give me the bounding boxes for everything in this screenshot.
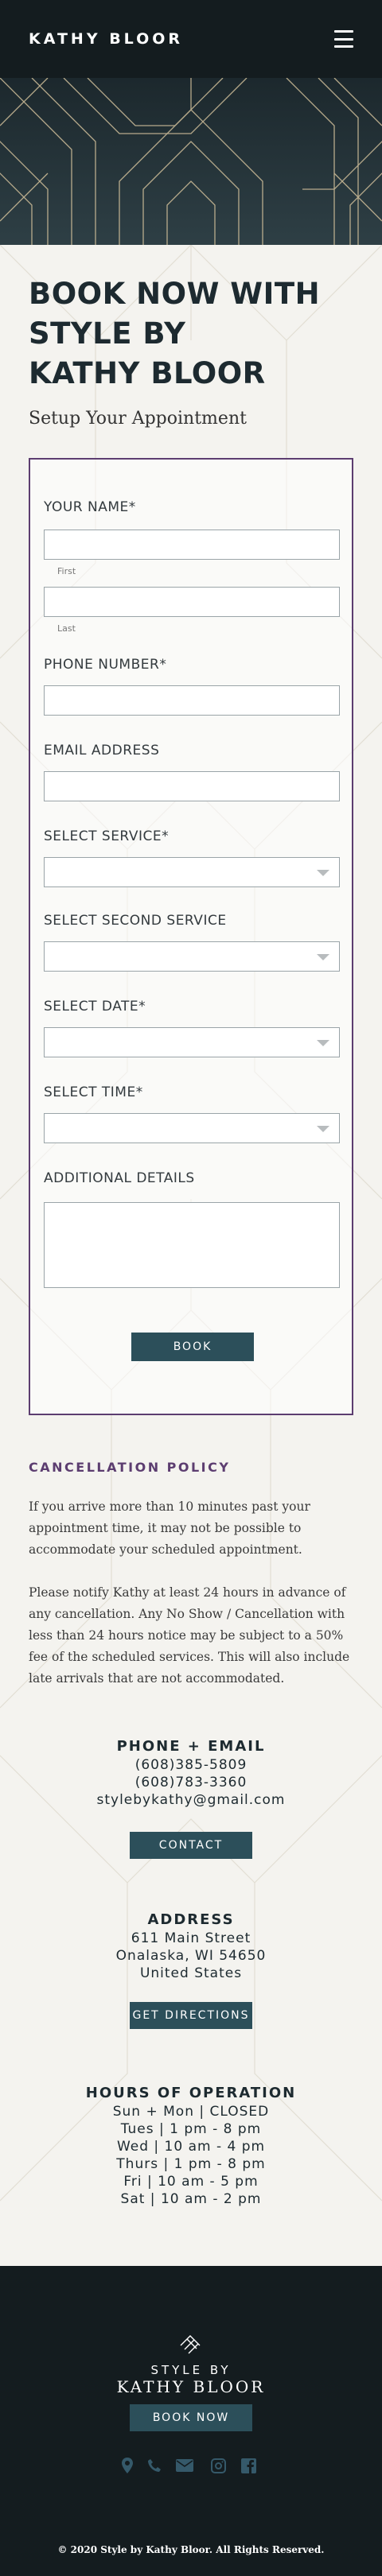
details-textarea[interactable] <box>44 1202 340 1288</box>
title-line-2: STYLE BY <box>29 316 186 351</box>
address-line-3: United States <box>139 1965 243 1981</box>
footer-book-now-button[interactable]: BOOK NOW <box>130 2404 252 2431</box>
name-label: YOUR NAME* <box>44 499 136 515</box>
phone-1[interactable]: (608)385-5809 <box>0 1756 382 1774</box>
hamburger-menu-icon[interactable] <box>334 30 353 48</box>
hours-title: HOURS OF OPERATION <box>85 2085 297 2101</box>
hours-row: Thurs | 1 pm - 8 pm <box>116 2156 266 2172</box>
hours-row: Fri | 10 am - 5 pm <box>123 2174 259 2190</box>
first-name-input[interactable] <box>44 530 340 560</box>
hours-row: Sat | 10 am - 2 pm <box>120 2191 262 2207</box>
policy-paragraph-1: If you arrive more than 10 minutes past … <box>29 1499 310 1557</box>
chevron-down-icon <box>317 1040 329 1046</box>
policy-paragraph-2: Please notify Kathy at least 24 hours in… <box>29 1585 350 1686</box>
hours-row: Wed | 10 am - 4 pm <box>116 2139 266 2155</box>
hours-row: Tues | 1 pm - 8 pm <box>120 2121 262 2137</box>
footer-logo-line-2: KATHY BLOOR <box>116 2377 266 2396</box>
last-name-caption: Last <box>57 623 76 634</box>
first-name-caption: First <box>57 566 76 576</box>
location-icon[interactable] <box>119 2457 136 2474</box>
title-line-1: BOOK NOW WITH <box>29 277 321 311</box>
chevron-down-icon <box>317 870 329 876</box>
footer-logo-line-1: STYLE BY <box>150 2363 232 2377</box>
footer-logo[interactable]: STYLE BY KATHY BLOOR <box>0 2334 382 2396</box>
contact-section: PHONE + EMAIL (608)385-5809 (608)783-336… <box>0 1738 382 1809</box>
instagram-icon[interactable] <box>209 2457 227 2474</box>
service-select[interactable] <box>44 857 340 887</box>
contact-title: PHONE + EMAIL <box>116 1738 266 1755</box>
last-name-input[interactable] <box>44 587 340 617</box>
second-service-label: SELECT SECOND SERVICE <box>44 913 227 929</box>
chevron-down-icon <box>317 1126 329 1132</box>
time-select[interactable] <box>44 1113 340 1143</box>
hero-banner <box>0 78 382 245</box>
email-input[interactable] <box>44 771 340 801</box>
copyright-text: © 2020 Style by Kathy Bloor. All Rights … <box>57 2544 325 2555</box>
date-select[interactable] <box>44 1027 340 1057</box>
address-title: ADDRESS <box>147 1911 235 1928</box>
brand-logo-text[interactable]: KATHY BLOOR <box>29 30 183 48</box>
hours-row: Sun + Mon | CLOSED <box>112 2104 270 2120</box>
address-line-1: 611 Main Street <box>131 1930 251 1946</box>
service-label: SELECT SERVICE* <box>44 828 170 844</box>
get-directions-button[interactable]: GET DIRECTIONS <box>130 2002 252 2029</box>
email-label: EMAIL ADDRESS <box>44 743 160 758</box>
page-title: BOOK NOW WITH STYLE BY KATHY BLOOR <box>29 274 355 394</box>
site-header: KATHY BLOOR <box>0 0 382 78</box>
date-label: SELECT DATE* <box>44 999 146 1014</box>
second-service-select[interactable] <box>44 941 340 972</box>
page-subtitle: Setup Your Appointment <box>29 409 247 429</box>
book-button[interactable]: BOOK <box>131 1333 254 1361</box>
title-line-3: KATHY BLOOR <box>29 356 266 390</box>
time-label: SELECT TIME* <box>44 1084 143 1100</box>
address-section: ADDRESS 611 Main Street Onalaska, WI 546… <box>0 1911 382 1982</box>
mail-icon[interactable] <box>176 2457 193 2474</box>
phone-2[interactable]: (608)783-3360 <box>0 1774 382 1791</box>
address-line-2: Onalaska, WI 54650 <box>115 1948 267 1964</box>
phone-label: PHONE NUMBER* <box>44 657 167 673</box>
phone-icon[interactable] <box>146 2457 163 2474</box>
contact-button[interactable]: CONTACT <box>130 1832 252 1859</box>
logo-mark-icon <box>180 2335 201 2354</box>
booking-form: YOUR NAME* First Last PHONE NUMBER* EMAI… <box>29 458 353 1415</box>
details-label: ADDITIONAL DETAILS <box>44 1170 195 1186</box>
cancellation-policy-title: CANCELLATION POLICY <box>29 1460 231 1475</box>
email-link[interactable]: stylebykathy@gmail.com <box>0 1791 382 1809</box>
phone-input[interactable] <box>44 685 340 716</box>
hours-section: HOURS OF OPERATION Sun + Mon | CLOSED Tu… <box>0 2085 382 2208</box>
facebook-icon[interactable] <box>240 2457 257 2474</box>
chevron-down-icon <box>317 954 329 960</box>
